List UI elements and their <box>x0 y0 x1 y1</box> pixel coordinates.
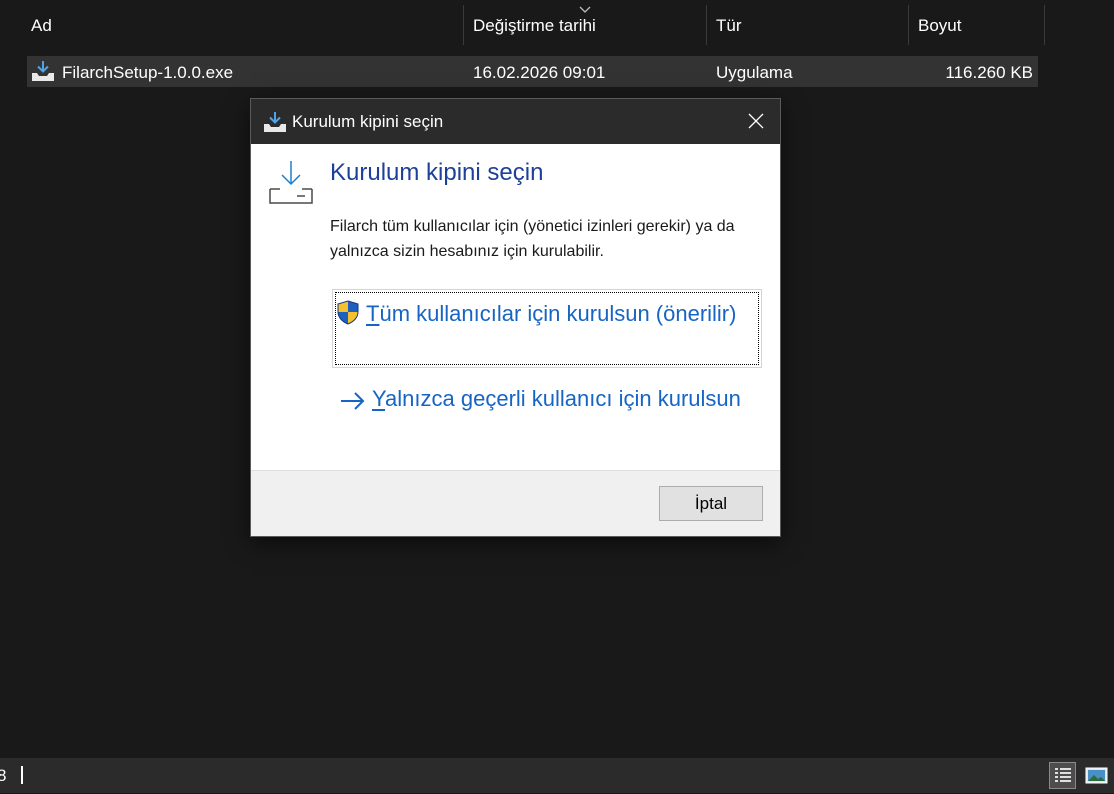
large-icons-view-icon <box>1085 767 1108 784</box>
file-date-modified: 16.02.2026 09:01 <box>473 63 606 82</box>
cancel-button[interactable]: İptal <box>659 486 763 521</box>
dialog-title: Kurulum kipini seçin <box>292 112 444 131</box>
file-row[interactable]: FilarchSetup-1.0.0.exe 16.02.2026 09:01 … <box>27 56 1038 87</box>
dialog-title-bar[interactable]: Kurulum kipini seçin <box>251 99 780 144</box>
column-header-size[interactable]: Boyut <box>908 5 1044 45</box>
dialog-description: Filarch tüm kullanıcılar için (yönetici … <box>330 218 735 260</box>
column-header-name[interactable]: Ad <box>21 5 462 45</box>
details-view-icon <box>1055 768 1071 782</box>
install-mode-dialog: Kurulum kipini seçin Kurulum kipini seçi… <box>251 99 780 536</box>
close-button[interactable] <box>732 99 780 144</box>
install-tray-icon <box>269 161 313 204</box>
dialog-footer: İptal <box>251 470 780 536</box>
installer-icon <box>264 112 286 132</box>
install-current-user-option[interactable]: Yalnızca geçerli kullanıcı için kurulsun <box>332 381 762 451</box>
file-name: FilarchSetup-1.0.0.exe <box>62 63 234 82</box>
dialog-heading: Kurulum kipini seçin <box>330 159 544 186</box>
close-icon <box>748 113 764 129</box>
column-header-type[interactable]: Tür <box>706 5 908 45</box>
installer-icon <box>32 61 54 81</box>
large-icons-view-button[interactable] <box>1083 762 1110 789</box>
column-separator[interactable] <box>1044 5 1045 45</box>
status-bar: 8 <box>0 758 1114 793</box>
arrow-right-icon <box>341 392 365 410</box>
status-separator <box>21 766 23 784</box>
uac-shield-icon <box>337 300 359 325</box>
status-item-count: 8 <box>0 766 7 785</box>
option-label-text: alnızca geçerli kullanıcı için kurulsun <box>385 386 741 411</box>
option-label-text: üm kullanıcılar için kurulsun (önerilir) <box>379 301 737 326</box>
access-key: Y <box>372 386 386 411</box>
option-label: Yalnızca geçerli kullanıcı için kurulsun <box>372 382 752 415</box>
file-size: 116.260 KB <box>945 63 1033 82</box>
column-header-bar: Ad Değiştirme tarihi Tür Boyut <box>0 5 1114 45</box>
column-header-date-modified[interactable]: Değiştirme tarihi <box>463 5 706 45</box>
access-key: T <box>366 301 380 326</box>
install-all-users-option[interactable]: Tüm kullanıcılar için kurulsun (önerilir… <box>332 289 762 368</box>
file-type: Uygulama <box>716 63 793 82</box>
details-view-button[interactable] <box>1049 762 1076 789</box>
option-label: Tüm kullanıcılar için kurulsun (önerilir… <box>366 297 756 330</box>
